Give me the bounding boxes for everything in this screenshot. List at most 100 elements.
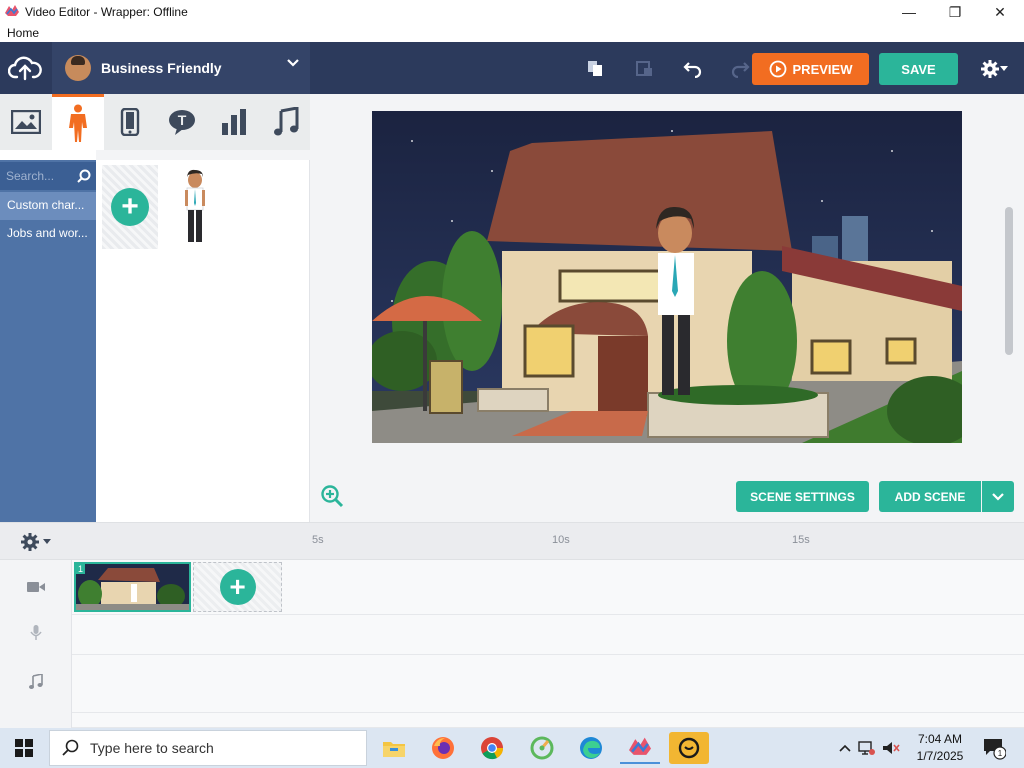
taskbar-wrapper-offline[interactable] xyxy=(620,732,660,764)
top-toolbar: Business Friendly xyxy=(0,42,1024,94)
chevron-up-icon[interactable] xyxy=(838,743,852,753)
tab-charts[interactable] xyxy=(208,94,260,150)
upload-button[interactable] xyxy=(0,42,50,94)
notification-center-button[interactable]: 1 xyxy=(982,736,1007,760)
gear-icon xyxy=(21,533,39,551)
timeline-tick: 15s xyxy=(792,534,810,546)
tab-text-bubbles[interactable]: T xyxy=(156,94,208,150)
voice-track[interactable] xyxy=(72,615,1024,655)
tab-sounds[interactable] xyxy=(260,94,312,150)
scene-settings-label: SCENE SETTINGS xyxy=(750,489,855,504)
chrome-icon xyxy=(481,737,504,760)
taskbar-file-explorer[interactable] xyxy=(374,732,414,764)
search-icon xyxy=(77,169,91,183)
cloud-upload-icon xyxy=(8,56,42,81)
menu-bar: Home xyxy=(0,24,1024,42)
taskbar-chrome[interactable] xyxy=(472,732,512,764)
windows-taskbar: Type here to search 7:04 AM 1/7/2025 1 xyxy=(0,728,1024,768)
bar-chart-icon xyxy=(222,109,246,135)
copy-icon xyxy=(588,61,602,76)
music-note-icon xyxy=(274,107,299,136)
phone-icon xyxy=(120,108,140,136)
scene-thumbnail[interactable]: 1 xyxy=(74,562,191,612)
taskbar-app-green[interactable] xyxy=(522,732,562,764)
taskbar-search[interactable]: Type here to search xyxy=(49,730,367,766)
undo-button[interactable] xyxy=(681,56,705,80)
save-label: SAVE xyxy=(901,61,936,77)
start-button[interactable] xyxy=(0,728,48,768)
track-labels xyxy=(0,560,72,728)
close-button[interactable]: ✕ xyxy=(977,0,1023,24)
asset-tabs: T xyxy=(0,94,310,150)
preview-button[interactable]: PREVIEW xyxy=(752,53,869,85)
search-icon xyxy=(62,739,79,756)
folder-icon xyxy=(383,742,405,757)
scene-number-badge: 1 xyxy=(76,564,86,574)
notification-icon: 1 xyxy=(984,739,1007,760)
taskbar-edge[interactable] xyxy=(571,732,611,764)
character-thumbnail[interactable] xyxy=(178,166,212,248)
speech-bubble-icon: T xyxy=(169,110,195,135)
category-jobs-and-work[interactable]: Jobs and wor... xyxy=(0,220,96,248)
theme-selector[interactable]: Business Friendly xyxy=(52,42,310,94)
paste-button[interactable] xyxy=(632,56,656,80)
music-track[interactable] xyxy=(72,655,1024,713)
video-editor-window: Video Editor - Wrapper: Offline — ❐ ✕ Ho… xyxy=(0,0,1024,768)
close-icon: ✕ xyxy=(994,3,1006,20)
theme-avatar xyxy=(65,55,91,81)
plus-icon: + xyxy=(219,569,256,605)
timeline-settings-button[interactable] xyxy=(20,531,56,553)
stage-scrollbar[interactable] xyxy=(1003,104,1015,440)
taskbar-search-text: Type here to search xyxy=(90,740,214,756)
music-note-icon xyxy=(26,673,46,691)
clock-time: 7:04 AM xyxy=(917,732,963,746)
stage-scrollbar-thumb[interactable] xyxy=(1005,207,1013,355)
zoom-in-icon[interactable] xyxy=(320,484,344,508)
scene-thumbnail-image xyxy=(76,564,189,610)
firefox-icon xyxy=(432,737,454,759)
plus-icon: + xyxy=(111,188,149,226)
timeline-tick: 5s xyxy=(312,534,324,546)
chat-icon xyxy=(678,737,700,759)
settings-menu-button[interactable] xyxy=(977,56,1011,82)
minimize-icon: — xyxy=(902,4,916,20)
video-camera-icon xyxy=(26,578,46,596)
theme-name: Business Friendly xyxy=(101,60,222,76)
add-scene-button[interactable]: ADD SCENE xyxy=(879,481,981,512)
search-input[interactable] xyxy=(6,168,72,184)
system-clock[interactable]: 7:04 AM 1/7/2025 xyxy=(910,731,970,765)
system-tray xyxy=(838,728,900,768)
undo-icon xyxy=(683,62,702,78)
save-button[interactable]: SAVE xyxy=(879,53,958,85)
volume-muted-icon[interactable] xyxy=(882,740,900,756)
redo-button[interactable] xyxy=(728,56,752,80)
scene-canvas[interactable] xyxy=(372,111,962,443)
microphone-icon xyxy=(26,624,46,642)
scene-settings-button[interactable]: SCENE SETTINGS xyxy=(736,481,869,512)
add-scene-slot[interactable]: + xyxy=(193,562,282,612)
tab-backgrounds[interactable] xyxy=(0,94,52,150)
play-circle-icon xyxy=(769,60,786,78)
wrapper-app-icon xyxy=(5,5,19,16)
copy-button[interactable] xyxy=(583,56,607,80)
tab-props[interactable] xyxy=(104,94,156,150)
maximize-button[interactable]: ❐ xyxy=(932,0,978,24)
add-scene-label: ADD SCENE xyxy=(894,489,966,504)
wrapper-app-icon xyxy=(629,737,651,755)
paste-icon xyxy=(636,61,652,76)
menu-home[interactable]: Home xyxy=(7,26,39,40)
timeline-tick: 10s xyxy=(552,534,570,546)
add-scene-dropdown-button[interactable] xyxy=(982,481,1014,512)
minimize-button[interactable]: — xyxy=(886,0,932,24)
library-search[interactable] xyxy=(0,162,96,190)
tab-characters[interactable] xyxy=(52,94,104,150)
gear-icon xyxy=(981,60,999,78)
category-custom-characters[interactable]: Custom char... xyxy=(0,192,96,220)
add-character-button[interactable]: + xyxy=(102,165,158,249)
window-title: Video Editor - Wrapper: Offline xyxy=(25,5,188,19)
timeline-ruler[interactable] xyxy=(0,522,1024,560)
taskbar-firefox[interactable] xyxy=(423,732,463,764)
network-icon[interactable] xyxy=(858,740,876,756)
notification-count: 1 xyxy=(998,749,1003,758)
taskbar-app-yellow[interactable] xyxy=(669,732,709,764)
